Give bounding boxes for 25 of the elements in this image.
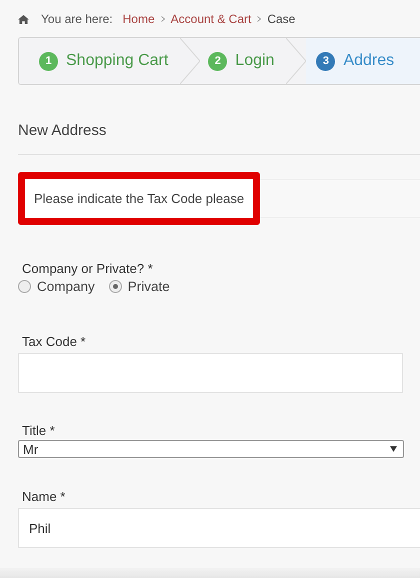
checkout-step[interactable]: 3 Addres bbox=[306, 38, 420, 84]
radio-button[interactable] bbox=[18, 280, 31, 293]
input-field[interactable] bbox=[18, 353, 403, 393]
chevron-icon bbox=[257, 16, 262, 22]
step-number: 1 bbox=[39, 52, 58, 70]
breadcrumb-link[interactable]: Account & Cart bbox=[170, 12, 252, 26]
step-number: 3 bbox=[316, 52, 336, 70]
step-number: 2 bbox=[208, 52, 228, 70]
breadcrumb-current: Case bbox=[267, 12, 296, 26]
field-label: Tax Code * bbox=[22, 334, 87, 349]
home-icon bbox=[18, 14, 29, 24]
section-title: New Address bbox=[18, 122, 108, 139]
chevron-icon bbox=[160, 16, 165, 22]
radio-label: Company bbox=[37, 279, 95, 294]
field-label: Company or Private? * bbox=[22, 261, 154, 276]
input-field[interactable]: Phil bbox=[18, 508, 420, 548]
breadcrumb-label: You are here: bbox=[41, 12, 113, 26]
select-field[interactable]: Mr bbox=[18, 440, 404, 458]
alert-message: Please indicate the Tax Code please bbox=[18, 172, 260, 225]
radio-label: Private bbox=[128, 279, 170, 294]
breadcrumb-link[interactable]: Home bbox=[122, 12, 155, 26]
field-label: Title * bbox=[22, 423, 56, 438]
field-label: Name * bbox=[22, 489, 66, 504]
radio-button[interactable] bbox=[108, 280, 122, 293]
caret-icon bbox=[390, 446, 397, 452]
